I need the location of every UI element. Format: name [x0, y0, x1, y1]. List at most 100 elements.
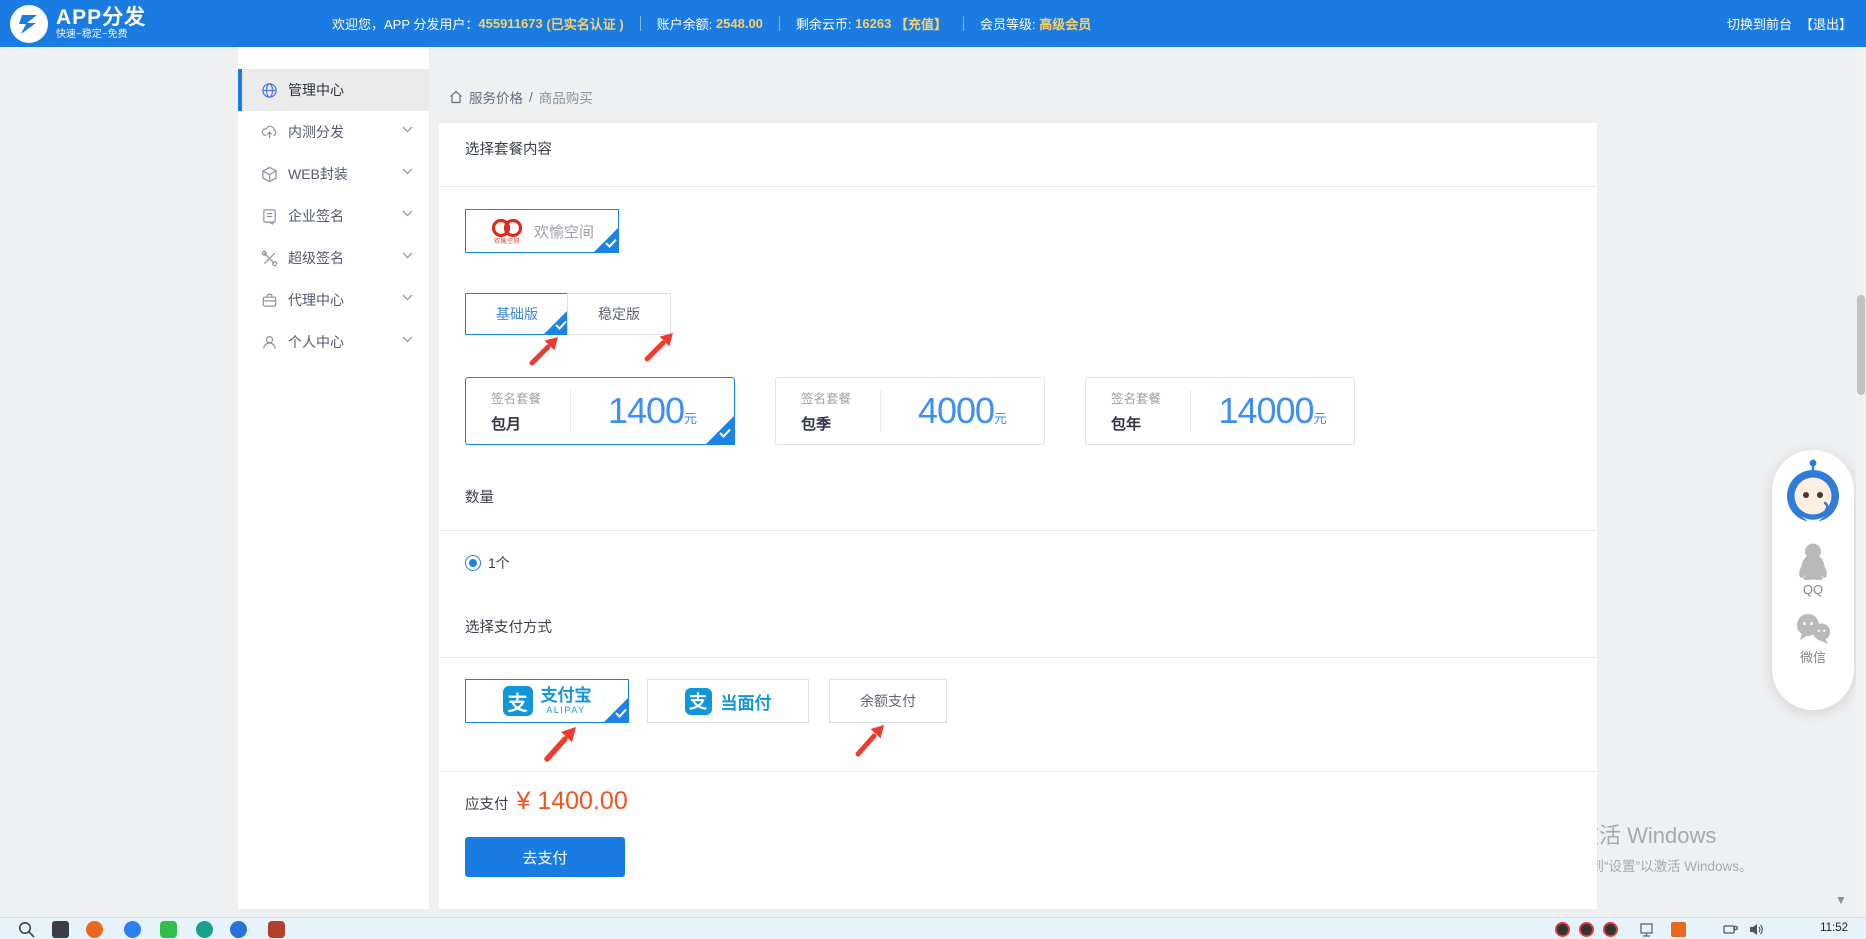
robot-avatar-icon[interactable]	[1781, 456, 1845, 526]
face-to-face-label: 当面付	[721, 689, 772, 714]
app-option-label: 欢愉空间	[534, 221, 594, 242]
cube-icon	[261, 166, 278, 183]
balance-pay-label: 余额支付	[860, 691, 916, 711]
app-logo-icon	[10, 5, 48, 43]
version-option-stable[interactable]: 稳定版	[567, 293, 671, 335]
selected-check-icon	[593, 227, 619, 253]
chevron-down-icon	[402, 294, 413, 301]
app-option-huanyu-space[interactable]: 欢愉空间 欢愉空间	[465, 209, 619, 253]
annotation-arrow-icon	[524, 335, 564, 369]
payment-option-balance[interactable]: 余额支付	[829, 679, 947, 723]
breadcrumb-root[interactable]: 服务价格	[469, 87, 523, 107]
tray-device-icon[interactable]	[1639, 922, 1654, 937]
section-title-quantity: 数量	[439, 475, 1597, 531]
sidebar-item-super-signing[interactable]: 超级签名	[238, 237, 429, 279]
chevron-down-icon	[402, 210, 413, 217]
selected-check-icon	[603, 697, 629, 723]
account-balance: 账户余额: 2548.00	[657, 14, 763, 33]
cloud-upload-icon	[261, 124, 278, 141]
plan-price: 14000元	[1191, 390, 1354, 432]
chevron-down-icon	[402, 168, 413, 175]
qq-icon[interactable]	[1796, 542, 1830, 580]
selected-check-icon	[705, 415, 735, 445]
chevron-down-icon	[402, 252, 413, 259]
taskbar-app-icon[interactable]	[52, 921, 69, 938]
sidebar: 管理中心 内测分发 WEB封装 企业签名 超级签名 代理中心	[238, 47, 429, 909]
selected-check-icon	[543, 309, 569, 335]
divider	[779, 16, 780, 31]
annotation-arrow-icon	[639, 331, 679, 365]
chevron-down-icon	[402, 336, 413, 343]
sidebar-item-enterprise-signing[interactable]: 企业签名	[238, 195, 429, 237]
plan-card-yearly[interactable]: 签名套餐 包年 14000元	[1085, 377, 1355, 445]
contact-float-widget: QQ 微信	[1772, 450, 1854, 710]
tray-app-icon[interactable]	[1671, 922, 1686, 937]
huanyu-space-logo-icon: 欢愉空间	[490, 218, 524, 245]
purchase-panel: 选择套餐内容 欢愉空间 欢愉空间 基础版 稳定版 签名套餐	[439, 123, 1597, 909]
recharge-link[interactable]: 【充值】	[895, 14, 947, 33]
tray-projector-icon[interactable]	[1723, 922, 1738, 937]
taskbar-search-icon[interactable]	[18, 921, 35, 938]
breadcrumb-current: 商品购买	[539, 87, 593, 107]
sidebar-item-beta-distribution[interactable]: 内测分发	[238, 111, 429, 153]
wechat-icon[interactable]	[1794, 613, 1832, 645]
sidebar-item-personal-center[interactable]: 个人中心	[238, 321, 429, 363]
tray-qq-icon[interactable]	[1555, 922, 1570, 937]
wechat-label: 微信	[1800, 647, 1826, 666]
alipay-label: 支付宝 ALIPAY	[541, 687, 592, 715]
sidebar-item-web-packaging[interactable]: WEB封装	[238, 153, 429, 195]
member-level: 会员等级: 高级会员	[980, 14, 1091, 33]
scrollbar-thumb[interactable]	[1857, 295, 1865, 395]
taskbar-clock[interactable]: 11:52	[1820, 922, 1848, 934]
plan-period-label: 包季	[801, 413, 880, 434]
plan-period-label: 包月	[491, 413, 570, 434]
taskbar-app-icon[interactable]	[124, 921, 141, 938]
sidebar-item-agent-center[interactable]: 代理中心	[238, 279, 429, 321]
taskbar-app-icon[interactable]	[230, 921, 247, 938]
divider	[963, 16, 964, 31]
tray-qq-icon[interactable]	[1603, 922, 1618, 937]
tray-speaker-icon[interactable]	[1749, 922, 1764, 937]
divider	[640, 16, 641, 31]
taskbar-wechat-icon[interactable]	[160, 921, 177, 938]
logout-link[interactable]: 【退出】	[1800, 14, 1852, 33]
section-title-package: 选择套餐内容	[439, 123, 1597, 187]
taskbar-firefox-icon[interactable]	[86, 921, 103, 938]
tools-icon	[261, 250, 278, 267]
taskbar-app-icon[interactable]	[268, 921, 285, 938]
plan-card-monthly[interactable]: 签名套餐 包月 1400元	[465, 377, 735, 445]
sidebar-item-management-center[interactable]: 管理中心	[238, 69, 429, 111]
plan-card-quarterly[interactable]: 签名套餐 包季 4000元	[775, 377, 1045, 445]
home-icon	[449, 90, 463, 104]
plan-type-label: 签名套餐	[801, 388, 880, 407]
breadcrumb: 服务价格 / 商品购买	[449, 87, 593, 107]
welcome-text: 欢迎您，APP 分发用户： 455911673 (已实名认证 )	[332, 14, 624, 33]
app-title: APP分发	[56, 7, 146, 29]
version-option-basic[interactable]: 基础版	[465, 293, 569, 335]
app-subtitle: 快速~稳定~免费	[56, 29, 146, 41]
quantity-option-label: 1个	[488, 553, 510, 573]
plan-type-label: 签名套餐	[1111, 388, 1190, 407]
quantity-radio-1[interactable]: 1个	[465, 553, 510, 573]
taskbar-app-icon[interactable]	[196, 921, 213, 938]
plan-type-label: 签名套餐	[491, 388, 570, 407]
annotation-arrow-icon	[539, 725, 583, 765]
go-pay-button[interactable]: 去支付	[465, 837, 625, 877]
switch-front-link[interactable]: 切换到前台	[1727, 14, 1792, 33]
due-amount: ¥ 1400.00	[517, 787, 628, 816]
user-icon	[261, 334, 278, 351]
topbar: APP分发 快速~稳定~免费 欢迎您，APP 分发用户： 455911673 (…	[0, 0, 1866, 47]
tray-qq-icon[interactable]	[1579, 922, 1594, 937]
plan-price: 4000元	[881, 390, 1044, 432]
alipay-logo-icon: 支	[503, 686, 533, 716]
section-title-payment: 选择支付方式	[439, 605, 1597, 658]
scrollbar-track[interactable]	[1856, 47, 1866, 917]
app-logo[interactable]: APP分发 快速~稳定~免费	[0, 5, 240, 43]
scroll-down-icon: ▼	[1835, 893, 1847, 907]
radio-selected-icon	[465, 555, 481, 571]
verified-badge: (已实名认证 )	[546, 14, 623, 33]
payment-option-face-to-face[interactable]: 支 当面付	[647, 679, 809, 723]
user-id: 455911673	[478, 16, 542, 31]
qq-label: QQ	[1803, 582, 1823, 597]
payment-option-alipay[interactable]: 支 支付宝 ALIPAY	[465, 679, 629, 723]
